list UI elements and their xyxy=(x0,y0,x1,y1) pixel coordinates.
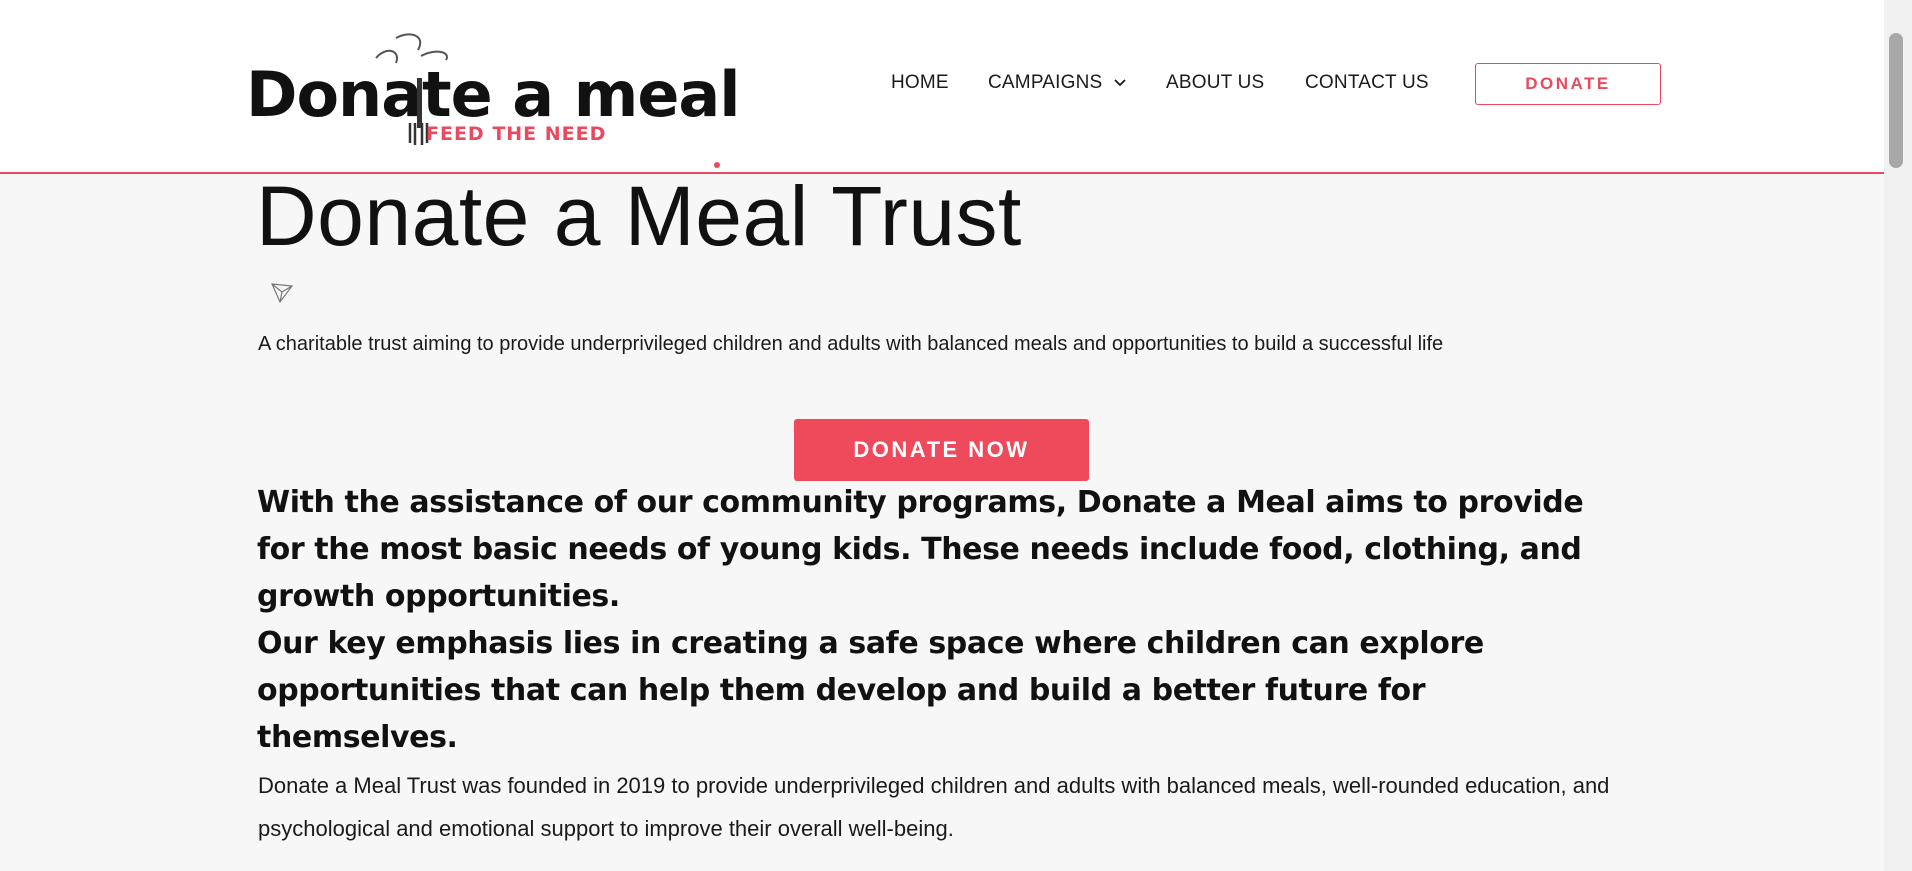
about-text: Donate a Meal Trust was founded in 2019 … xyxy=(258,773,1610,841)
hero-subtitle: A charitable trust aiming to provide und… xyxy=(258,333,1444,355)
site-logo[interactable]: Donate a meal FEED THE NEED xyxy=(246,28,740,150)
page-scrollbar[interactable] xyxy=(1884,0,1912,871)
logo-tagline: FEED THE NEED xyxy=(426,123,607,145)
mission-paragraph-2: Our key emphasis lies in creating a safe… xyxy=(257,626,1484,755)
site-header: Donate a meal FEED THE NEED HOME CAMPAIG… xyxy=(0,0,1884,174)
mission-statement: With the assistance of our community pro… xyxy=(257,479,1617,761)
nav-home[interactable]: HOME xyxy=(891,72,949,94)
nav-campaigns-label: CAMPAIGNS xyxy=(988,72,1103,93)
mission-paragraph-1: With the assistance of our community pro… xyxy=(257,485,1584,614)
donate-now-button[interactable]: DONATE NOW xyxy=(794,419,1089,481)
nav-contact-us[interactable]: CONTACT US xyxy=(1305,72,1429,94)
nav-campaigns[interactable]: CAMPAIGNS xyxy=(988,72,1126,94)
chevron-down-icon xyxy=(1114,79,1126,87)
page-title: Donate a Meal Trust xyxy=(256,169,1022,263)
nav-about-us[interactable]: ABOUT US xyxy=(1166,72,1264,94)
donate-button[interactable]: DONATE xyxy=(1475,63,1661,105)
send-icon xyxy=(271,283,294,304)
scrollbar-thumb[interactable] xyxy=(1889,33,1903,168)
